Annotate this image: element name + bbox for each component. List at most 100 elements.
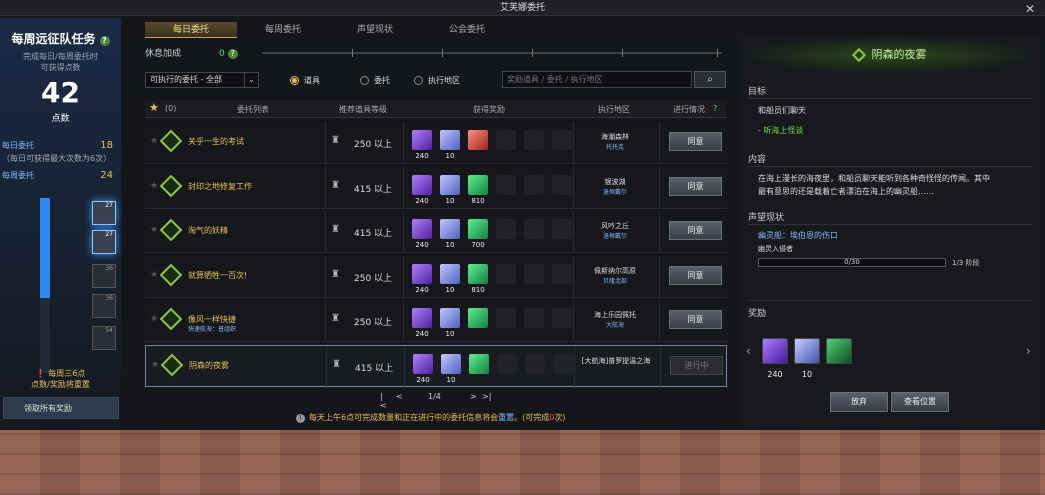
reputation-progress: 0/30: [758, 258, 946, 267]
empty-reward-slot: [524, 130, 544, 150]
search-icon[interactable]: ⌕: [694, 71, 726, 88]
reward-item-icon[interactable]: [412, 219, 432, 239]
empty-reward-slot: [552, 263, 572, 284]
first-page-button[interactable]: |<: [380, 392, 387, 410]
quest-diamond-icon: [159, 218, 183, 242]
tier-reward-1[interactable]: 27: [92, 201, 116, 225]
reward-item-icon[interactable]: [412, 130, 432, 150]
reward-count: 240: [415, 285, 429, 294]
help-icon[interactable]: ?: [713, 104, 717, 113]
reward-item-icon[interactable]: [468, 130, 488, 150]
accept-button[interactable]: 同意: [669, 221, 722, 240]
item-level: 250 以上: [354, 318, 393, 328]
rest-bonus: 休息加成 0?: [145, 46, 238, 59]
empty-reward-slot: [524, 174, 544, 195]
close-icon[interactable]: ✕: [1025, 1, 1035, 17]
quest-diamond-icon: [159, 263, 183, 286]
reward-item-icon[interactable]: [440, 308, 460, 328]
weekly-expedition-panel: 每周远征队任务? 完成每日/每周委托时 可获得点数 42 点数 每日委托 18 （每…: [0, 18, 121, 428]
reward-purple-gem-icon[interactable]: [762, 338, 788, 364]
table-row[interactable]: ★ 关乎一生的考试 ♜ 250 以上 240 10 海潮森林 托托克 同意: [145, 122, 727, 164]
accept-button[interactable]: 同意: [669, 310, 722, 329]
last-page-button[interactable]: >|: [482, 392, 491, 401]
star-icon[interactable]: ★: [149, 101, 159, 114]
table-row[interactable]: ★ 像风一样快捷 快速航海：普组织 ♜ 250 以上 240 10 海上乐园佩托 大航海 同意: [145, 300, 727, 342]
reward-item-icon[interactable]: [413, 353, 433, 374]
radio-quest[interactable]: 委托: [360, 75, 390, 86]
empty-reward-slot: [552, 174, 572, 195]
info-icon: !: [296, 414, 305, 423]
reward-item-icon[interactable]: [412, 174, 432, 195]
favorite-star-icon[interactable]: ★: [150, 270, 158, 280]
claim-all-button[interactable]: 领取所有奖励: [3, 397, 119, 419]
locate-button[interactable]: 查看位置: [891, 392, 949, 412]
content-text: 在海上漫长的海夜里，和船员聊天能听到各种奇怪怪的传闻。其中 最有意思的还是载着亡者…: [758, 174, 990, 196]
table-row[interactable]: ★ 就算牺牲一百次! ♜ 250 以上 240 10 810 佩斯纳尔高原 贝隆北部 同意: [145, 255, 727, 298]
reward-count: 10: [445, 196, 455, 205]
favorite-star-icon[interactable]: ★: [150, 314, 158, 324]
quest-detail-panel: 阴森的夜雾 目标 和船员们聊天 - 听海上怪谈 内容 在海上漫长的海夜里，和船员…: [740, 36, 1040, 426]
reward-count: 810: [471, 196, 485, 205]
item-level-icon: ♜: [331, 224, 340, 235]
table-row[interactable]: ★ 淘气的妖精 ♜ 415 以上 240 10 700 风吟之丘 洛恒戴尔 同意: [145, 211, 727, 253]
goal-text: 和船员们聊天: [758, 106, 806, 115]
help-icon[interactable]: ?: [227, 49, 238, 59]
reward-label: 奖励: [748, 309, 767, 319]
table-row[interactable]: ★ 阴森的夜雾 ♜ 415 以上 240 10 [大航海]普罗提温之海 进行中: [145, 344, 727, 388]
quest-region: 大航海: [605, 322, 624, 329]
reward-item-icon[interactable]: [440, 263, 460, 284]
chevron-down-icon: ⌄: [244, 73, 258, 87]
reward-blue-gem-icon[interactable]: [794, 338, 820, 364]
tier-reward-2[interactable]: 27: [92, 230, 116, 254]
reward-count: 810: [471, 285, 485, 294]
reward-item-icon[interactable]: [440, 130, 460, 150]
filter-select[interactable]: 可执行的委托 - 全部 ⌄: [145, 72, 259, 88]
search-input[interactable]: [502, 71, 692, 88]
reset-note: ❗ 每周三6点 点数/奖励将重置: [31, 369, 90, 389]
favorite-star-icon[interactable]: ★: [150, 225, 158, 235]
tier-reward-4[interactable]: 36: [92, 294, 116, 318]
help-icon[interactable]: ?: [99, 36, 110, 46]
reward-item-icon[interactable]: [468, 263, 488, 284]
reward-count: 240: [415, 241, 429, 249]
reputation-name: 幽灵船：埃伯恩的伤口: [758, 231, 838, 240]
accept-button[interactable]: 同意: [669, 132, 722, 151]
accept-button[interactable]: 同意: [669, 176, 722, 196]
tier-reward-3[interactable]: 36: [92, 264, 116, 288]
favorite-star-icon[interactable]: ★: [150, 181, 158, 191]
reward-green-item-icon[interactable]: [826, 338, 852, 364]
quest-window: 艾芙娜委托 ✕ 每周远征队任务? 完成每日/每周委托时 可获得点数 42 点数 每…: [0, 0, 1045, 430]
tab-guild[interactable]: 公会委托: [421, 22, 513, 38]
chevron-right-icon[interactable]: ›: [1026, 344, 1031, 358]
content-label: 内容: [748, 155, 767, 165]
tab-daily[interactable]: 每日委托: [145, 22, 237, 38]
radio-item[interactable]: 道具: [290, 75, 320, 86]
radio-area[interactable]: 执行地区: [414, 75, 460, 86]
reward-item-icon[interactable]: [441, 353, 461, 374]
abandon-button[interactable]: 放弃: [830, 392, 888, 412]
chevron-left-icon[interactable]: ‹: [746, 344, 751, 358]
tier-reward-5[interactable]: 54: [92, 326, 116, 350]
tab-reputation[interactable]: 声望现状: [329, 22, 421, 38]
reward-item-icon[interactable]: [469, 353, 489, 374]
tab-weekly[interactable]: 每周委托: [237, 22, 329, 38]
in-progress-button[interactable]: 进行中: [670, 355, 723, 375]
reward-item-icon[interactable]: [412, 308, 432, 328]
favorite-star-icon[interactable]: ★: [151, 360, 159, 370]
item-level-icon: ♜: [331, 135, 340, 146]
table-row[interactable]: ★ 封印之地修复工作 ♜ 415 以上 240 10 810 银波湖 洛恒戴尔 同意: [145, 166, 727, 209]
quest-name: 淘气的妖精: [188, 226, 228, 235]
quest-diamond-icon: [159, 307, 183, 331]
reward-item-icon[interactable]: [468, 219, 488, 239]
favorite-star-icon[interactable]: ★: [150, 136, 158, 146]
prev-page-button[interactable]: <: [396, 392, 403, 401]
next-page-button[interactable]: >: [470, 392, 477, 401]
reward-item-icon[interactable]: [440, 219, 460, 239]
reward-item-icon[interactable]: [440, 174, 460, 195]
reward-item-icon[interactable]: [412, 263, 432, 284]
reward-item-icon[interactable]: [468, 174, 488, 195]
points-progress-bar: [40, 198, 50, 373]
window-title: 艾芙娜委托: [499, 3, 545, 13]
reward-item-icon[interactable]: [468, 308, 488, 328]
accept-button[interactable]: 同意: [669, 265, 722, 285]
